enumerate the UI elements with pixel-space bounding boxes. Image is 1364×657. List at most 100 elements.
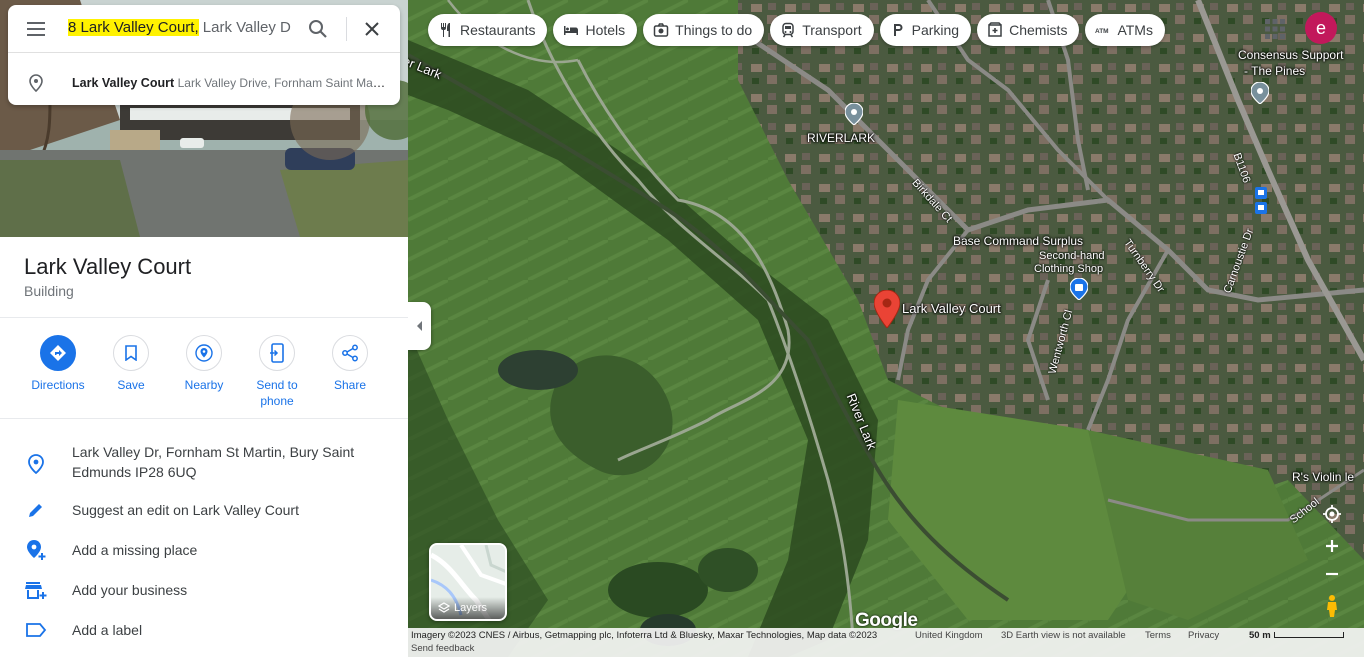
suggestion-text: Lark Valley Court Lark Valley Drive, For… bbox=[72, 76, 388, 90]
chip-hotels[interactable]: Hotels bbox=[553, 14, 638, 46]
chip-transport[interactable]: Transport bbox=[770, 14, 874, 46]
bus-stop-icon[interactable] bbox=[1255, 187, 1267, 219]
chip-restaurants[interactable]: Restaurants bbox=[428, 14, 548, 46]
label-icon bbox=[26, 623, 47, 637]
save-circle bbox=[113, 335, 149, 371]
region-button[interactable]: United Kingdom bbox=[915, 630, 983, 641]
google-apps-icon[interactable] bbox=[1262, 16, 1288, 42]
map-label-base-command: Base Command Surplus bbox=[953, 234, 1084, 248]
address-icon bbox=[24, 452, 48, 476]
search-input[interactable]: 8 Lark Valley Court, Lark Valley D bbox=[68, 19, 294, 39]
send-feedback-link[interactable]: Send feedback bbox=[411, 643, 474, 654]
share-button[interactable]: Share bbox=[315, 335, 385, 393]
close-icon bbox=[365, 22, 379, 36]
shopping-bag-pin-icon[interactable] bbox=[1070, 278, 1088, 300]
zoom-in-button[interactable] bbox=[1318, 532, 1346, 560]
location-marker-icon[interactable] bbox=[874, 290, 900, 328]
layers-button[interactable]: Layers bbox=[429, 543, 507, 621]
address-text: Lark Valley Dr, Fornham St Martin, Bury … bbox=[72, 444, 355, 480]
search-row: 8 Lark Valley Court, Lark Valley D bbox=[8, 5, 400, 53]
map-footer: Imagery ©2023 CNES / Airbus, Getmapping … bbox=[408, 628, 1364, 657]
earth-view-notice: 3D Earth view is not available bbox=[1001, 630, 1126, 641]
chip-label: Things to do bbox=[675, 22, 753, 38]
place-category[interactable]: Building bbox=[24, 283, 74, 299]
suggestion-address: Lark Valley Drive, Fornham Saint Martin,… bbox=[177, 76, 388, 90]
layers-icon bbox=[438, 602, 450, 613]
directions-button[interactable]: Directions bbox=[23, 335, 93, 393]
send-to-phone-icon bbox=[270, 343, 284, 363]
train-icon bbox=[782, 22, 794, 38]
divider bbox=[0, 418, 408, 419]
chip-label: Hotels bbox=[585, 22, 626, 38]
directions-icon bbox=[50, 345, 66, 361]
address-row[interactable]: Lark Valley Dr, Fornham St Martin, Bury … bbox=[0, 442, 408, 484]
search-button[interactable] bbox=[306, 17, 330, 41]
collapse-panel-button[interactable] bbox=[408, 302, 431, 350]
chip-parking[interactable]: Parking bbox=[879, 14, 972, 46]
riverlark-pin-icon[interactable] bbox=[845, 103, 863, 125]
add-missing-place-text: Add a missing place bbox=[72, 542, 198, 558]
scale-bar bbox=[1274, 632, 1344, 638]
bed-icon bbox=[564, 26, 579, 35]
side-panel: 8 Lark Valley Court, Lark Valley D Lark … bbox=[0, 0, 408, 657]
search-icon bbox=[309, 20, 327, 38]
hamburger-menu-icon bbox=[27, 22, 45, 36]
suggest-edit-row[interactable]: Suggest an edit on Lark Valley Court bbox=[0, 500, 408, 524]
svg-text:ATM: ATM bbox=[1095, 28, 1109, 35]
account-avatar[interactable]: e bbox=[1305, 12, 1337, 44]
nearby-circle bbox=[186, 335, 222, 371]
save-button[interactable]: Save bbox=[96, 335, 166, 393]
search-suggestion[interactable]: Lark Valley Court Lark Valley Drive, For… bbox=[8, 53, 400, 105]
satellite-imagery bbox=[408, 0, 1364, 657]
camera-icon bbox=[653, 23, 669, 37]
add-business-icon-wrap bbox=[24, 578, 48, 602]
add-label-row[interactable]: Add a label bbox=[0, 620, 408, 644]
map-label-clothing-shop: Clothing Shop bbox=[1034, 263, 1104, 275]
nearby-button[interactable]: Nearby bbox=[169, 335, 239, 393]
edit-pencil-icon bbox=[29, 504, 42, 517]
search-query-rest: Lark Valley D bbox=[198, 19, 291, 36]
zoom-out-button[interactable] bbox=[1318, 560, 1346, 588]
plus-icon bbox=[1326, 540, 1338, 552]
chip-atms[interactable]: ATM ATMs bbox=[1085, 14, 1165, 46]
chip-label: ATMs bbox=[1117, 22, 1153, 38]
map-label-riverlark: RIVERLARK bbox=[807, 131, 876, 145]
search-divider bbox=[346, 17, 347, 41]
add-business-row[interactable]: Add your business bbox=[0, 580, 408, 604]
fork-knife-icon bbox=[441, 23, 450, 37]
scale-label[interactable]: 50 m bbox=[1249, 630, 1271, 641]
terms-link[interactable]: Terms bbox=[1145, 630, 1171, 641]
add-missing-place-row[interactable]: Add a missing place bbox=[0, 540, 408, 564]
privacy-link[interactable]: Privacy bbox=[1188, 630, 1219, 641]
action-label: Directions bbox=[31, 378, 85, 392]
my-location-button[interactable] bbox=[1318, 500, 1346, 528]
divider bbox=[0, 317, 408, 318]
search-query-highlight: 8 Lark Valley Court, bbox=[68, 19, 199, 36]
send-to-phone-button[interactable]: Send to phone bbox=[242, 335, 312, 409]
layers-label: Layers bbox=[454, 602, 488, 614]
chip-label: Chemists bbox=[1009, 22, 1068, 38]
street-view-pegman[interactable] bbox=[1318, 592, 1346, 620]
edit-icon-wrap bbox=[24, 498, 48, 522]
consensus-pin-icon[interactable] bbox=[1251, 82, 1269, 104]
nearby-icon bbox=[195, 344, 213, 362]
location-pin-icon bbox=[29, 74, 43, 92]
action-label: Send to phone bbox=[256, 378, 298, 408]
chip-label: Parking bbox=[911, 22, 960, 38]
add-place-icon-wrap bbox=[24, 538, 48, 562]
add-business-text: Add your business bbox=[72, 582, 188, 598]
minus-icon bbox=[1326, 572, 1338, 576]
search-box: 8 Lark Valley Court, Lark Valley D Lark … bbox=[8, 5, 400, 105]
map-canvas[interactable]: er Lark RIVERLARK Birkdale Ct Base Comma… bbox=[408, 0, 1364, 657]
chip-label: Restaurants bbox=[460, 22, 536, 38]
location-pin-icon bbox=[28, 454, 44, 474]
label-icon-wrap bbox=[24, 618, 48, 642]
clear-search-button[interactable] bbox=[360, 17, 384, 41]
menu-button[interactable] bbox=[24, 17, 48, 41]
chip-chemists[interactable]: Chemists bbox=[977, 14, 1080, 46]
share-icon bbox=[342, 344, 358, 362]
map-label-the-pines: - The Pines bbox=[1244, 64, 1306, 78]
chip-things-to-do[interactable]: Things to do bbox=[643, 14, 765, 46]
place-title: Lark Valley Court bbox=[24, 254, 192, 279]
directions-circle bbox=[40, 335, 76, 371]
